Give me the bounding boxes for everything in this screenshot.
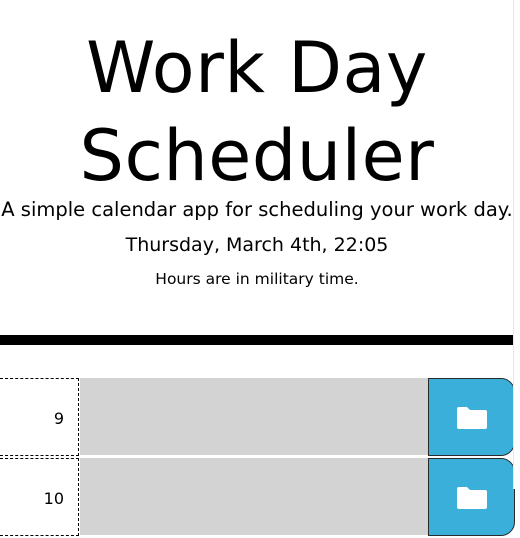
save-button[interactable] — [428, 458, 515, 536]
time-block-9: 9 — [0, 378, 515, 458]
time-block-10: 10 — [0, 458, 515, 538]
page-title: Work Day Scheduler — [0, 24, 514, 200]
military-time-note: Hours are in military time. — [155, 270, 359, 288]
event-description-input[interactable] — [80, 378, 428, 456]
scrollbar-track[interactable] — [513, 0, 520, 489]
current-day: Thursday, March 4th, 22:05 — [125, 234, 389, 256]
hour-label: 9 — [0, 378, 79, 456]
hour-label-text: 9 — [53, 409, 64, 428]
folder-icon — [457, 407, 487, 429]
hour-label-text: 10 — [43, 489, 64, 508]
page-title-line-2: Scheduler — [79, 115, 435, 197]
page-title-line-1: Work Day — [86, 27, 428, 109]
save-button[interactable] — [428, 378, 515, 456]
header-divider — [0, 335, 515, 345]
page-subtitle: A simple calendar app for scheduling you… — [1, 198, 513, 221]
hour-label: 10 — [0, 458, 79, 536]
event-description-input[interactable] — [80, 458, 428, 536]
